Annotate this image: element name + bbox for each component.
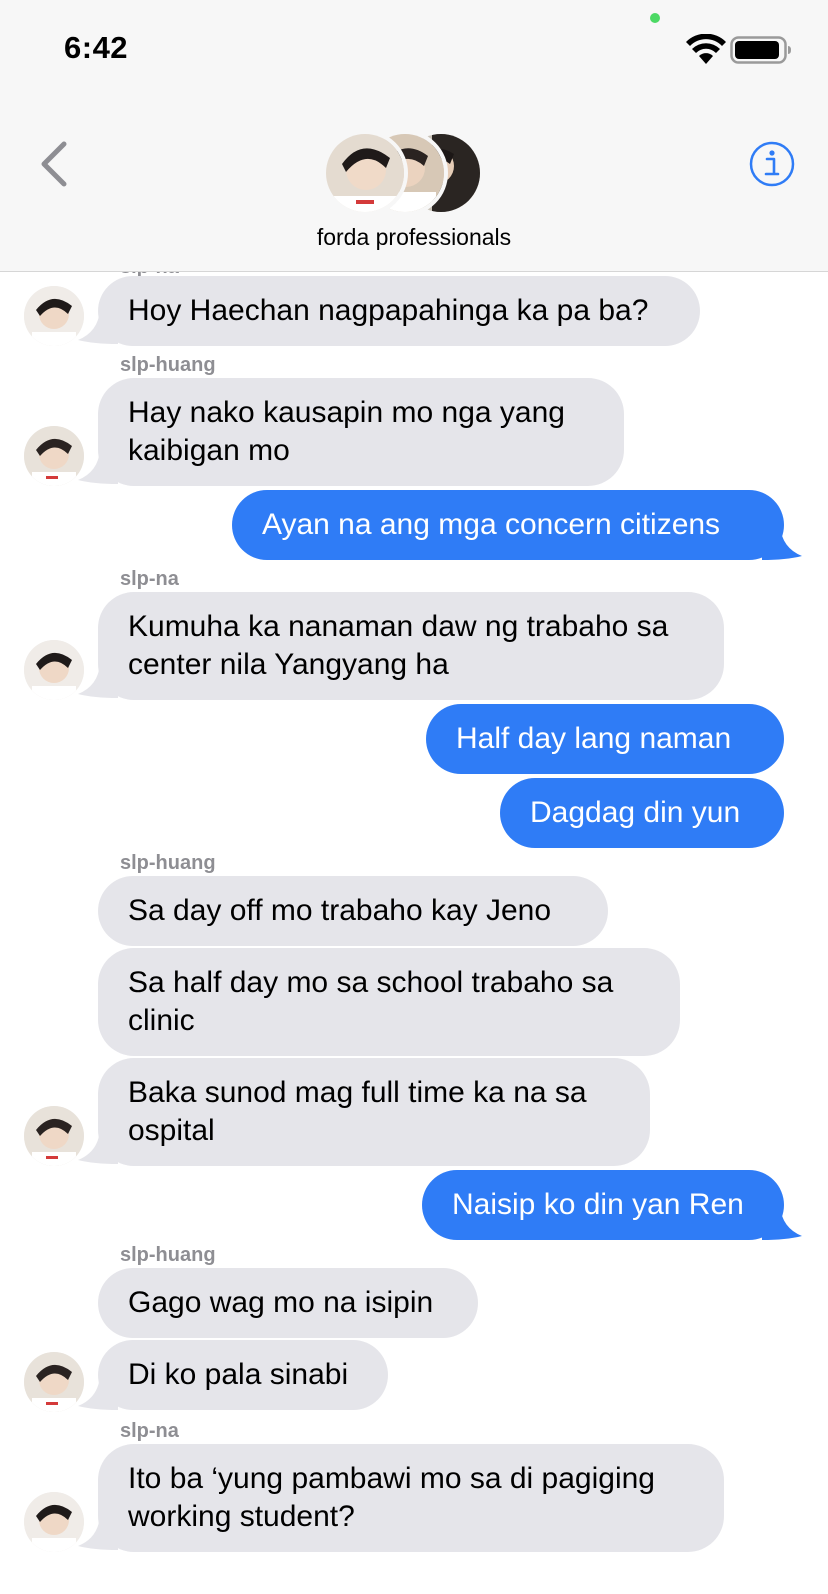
chevron-left-icon[interactable]: [30, 136, 80, 192]
avatar[interactable]: [24, 1106, 84, 1166]
avatar: [322, 130, 408, 216]
bubble-tail: [78, 310, 118, 344]
message-bubble-incoming[interactable]: Sa half day mo sa school trabaho sa clin…: [98, 948, 680, 1056]
camera-indicator-dot: [650, 13, 660, 23]
status-time: 6:42: [64, 30, 129, 65]
message-bubble-outgoing[interactable]: Ayan na ang mga concern citizens: [232, 490, 784, 560]
avatar[interactable]: [24, 1492, 84, 1552]
message-bubble-outgoing[interactable]: Dagdag din yun: [500, 778, 784, 848]
message-bubble-incoming[interactable]: Sa day off mo trabaho kay Jeno: [98, 876, 608, 946]
message-bubble-incoming[interactable]: Baka sunod mag full time ka na sa ospita…: [98, 1058, 650, 1166]
message-thread[interactable]: slp-na Hoy Haechan nagpapahinga ka pa ba…: [0, 272, 828, 1594]
sender-label: slp-na: [120, 1420, 179, 1442]
bubble-tail: [78, 450, 118, 484]
status-bar: 6:42: [0, 0, 828, 100]
group-avatar-stack[interactable]: [322, 130, 492, 220]
conversation-header: forda professionals: [0, 100, 828, 272]
message-bubble-outgoing[interactable]: Naisip ko din yan Ren: [422, 1170, 784, 1240]
message-bubble-incoming[interactable]: Gago wag mo na isipin: [98, 1268, 478, 1338]
message-bubble-incoming[interactable]: Ito ba ‘yung pambawi mo sa di pagiging w…: [98, 1444, 724, 1552]
sender-label: slp-huang: [120, 1244, 216, 1266]
bubble-tail: [78, 1516, 118, 1550]
sender-label: slp-huang: [120, 354, 216, 376]
bubble-tail: [78, 664, 118, 698]
message-bubble-incoming[interactable]: Kumuha ka nanaman daw ng trabaho sa cent…: [98, 592, 724, 700]
message-bubble-incoming[interactable]: Hoy Haechan nagpapahinga ka pa ba?: [98, 276, 700, 346]
bubble-tail: [78, 1130, 118, 1164]
wifi-icon: [686, 34, 726, 64]
battery-icon: [730, 36, 791, 64]
message-bubble-outgoing[interactable]: Half day lang naman: [426, 704, 784, 774]
bubble-tail: [78, 1376, 118, 1410]
sender-label: slp-huang: [120, 852, 216, 874]
bubble-tail: [762, 1206, 802, 1240]
group-name[interactable]: forda professionals: [0, 224, 828, 251]
message-bubble-incoming[interactable]: Hay nako kausapin mo nga yang kaibigan m…: [98, 378, 624, 486]
message-bubble-incoming[interactable]: Di ko pala sinabi: [98, 1340, 388, 1410]
avatar[interactable]: [24, 1352, 84, 1412]
avatar[interactable]: [24, 640, 84, 700]
avatar[interactable]: [24, 286, 84, 346]
info-icon[interactable]: [748, 140, 796, 188]
bubble-tail: [762, 526, 802, 560]
sender-label: slp-na: [120, 568, 179, 590]
avatar[interactable]: [24, 426, 84, 486]
